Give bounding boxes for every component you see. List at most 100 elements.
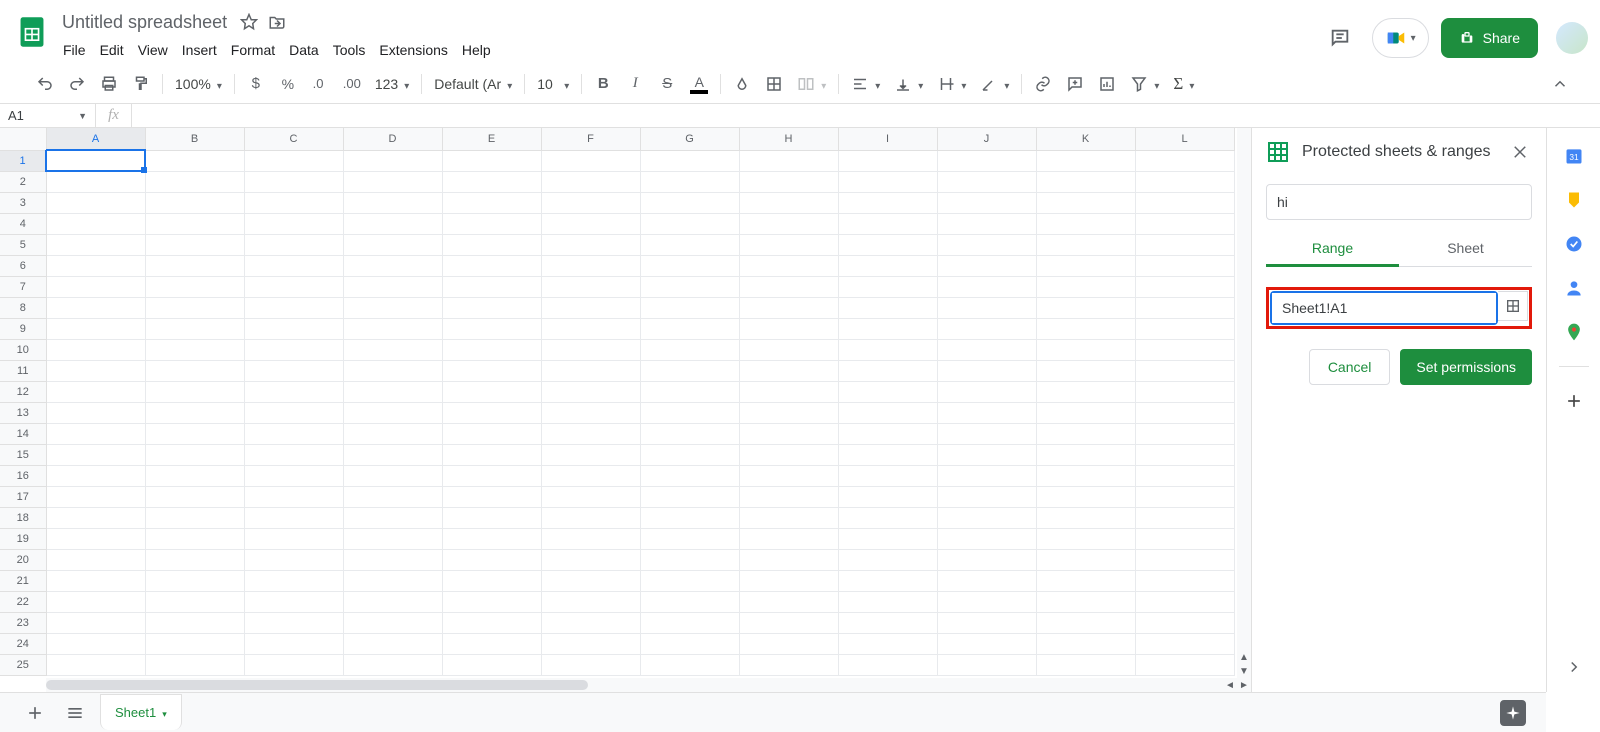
cell[interactable]	[1036, 465, 1135, 486]
menu-tools[interactable]: Tools	[326, 38, 373, 62]
contacts-icon[interactable]	[1564, 278, 1584, 298]
row-header[interactable]: 15	[0, 444, 46, 465]
cell[interactable]	[1036, 486, 1135, 507]
cell[interactable]	[541, 213, 640, 234]
cell[interactable]	[244, 402, 343, 423]
cell[interactable]	[937, 654, 1036, 675]
cell[interactable]	[1135, 339, 1234, 360]
sheets-logo[interactable]	[12, 12, 52, 52]
cell[interactable]	[640, 402, 739, 423]
cell[interactable]	[1135, 255, 1234, 276]
cell[interactable]	[1036, 192, 1135, 213]
cell[interactable]	[1036, 360, 1135, 381]
cell[interactable]	[937, 528, 1036, 549]
cell[interactable]	[343, 213, 442, 234]
cell[interactable]	[1135, 486, 1234, 507]
font-size-select[interactable]: 10	[531, 69, 575, 99]
cell[interactable]	[1135, 276, 1234, 297]
cell[interactable]	[838, 402, 937, 423]
cell[interactable]	[46, 507, 145, 528]
cell[interactable]	[838, 528, 937, 549]
cell[interactable]	[145, 654, 244, 675]
cell[interactable]	[343, 360, 442, 381]
cell[interactable]	[640, 213, 739, 234]
cancel-button[interactable]: Cancel	[1309, 349, 1391, 385]
cell[interactable]	[244, 171, 343, 192]
horizontal-scrollbar[interactable]: ◄►	[46, 678, 1251, 692]
cell[interactable]	[46, 423, 145, 444]
undo-icon[interactable]	[30, 69, 60, 99]
cell[interactable]	[46, 528, 145, 549]
cell[interactable]	[640, 255, 739, 276]
cell[interactable]	[838, 633, 937, 654]
cell[interactable]	[244, 318, 343, 339]
cell[interactable]	[343, 339, 442, 360]
redo-icon[interactable]	[62, 69, 92, 99]
cell[interactable]	[937, 444, 1036, 465]
row-header[interactable]: 3	[0, 192, 46, 213]
cell[interactable]	[343, 612, 442, 633]
cell[interactable]	[343, 171, 442, 192]
menu-file[interactable]: File	[56, 38, 93, 62]
cell[interactable]	[343, 486, 442, 507]
tasks-icon[interactable]	[1564, 234, 1584, 254]
font-select[interactable]: Default (Ari...	[428, 69, 518, 99]
cell[interactable]	[838, 444, 937, 465]
col-header[interactable]: I	[838, 128, 937, 150]
row-header[interactable]: 5	[0, 234, 46, 255]
cell[interactable]	[1135, 318, 1234, 339]
cell[interactable]	[541, 255, 640, 276]
cell[interactable]	[244, 486, 343, 507]
cell[interactable]	[1135, 297, 1234, 318]
all-sheets-icon[interactable]	[60, 698, 90, 728]
cell[interactable]	[1135, 654, 1234, 675]
cell[interactable]	[838, 549, 937, 570]
cell[interactable]	[244, 570, 343, 591]
cell[interactable]	[145, 423, 244, 444]
cell[interactable]	[541, 150, 640, 171]
comment-icon[interactable]	[1060, 69, 1090, 99]
increase-decimal-icon[interactable]: .00	[337, 69, 367, 99]
cell[interactable]	[145, 402, 244, 423]
cell[interactable]	[244, 150, 343, 171]
cell[interactable]	[145, 276, 244, 297]
cell[interactable]	[640, 318, 739, 339]
cell[interactable]	[1036, 591, 1135, 612]
cell[interactable]	[244, 381, 343, 402]
cell[interactable]	[541, 402, 640, 423]
cell[interactable]	[739, 591, 838, 612]
print-icon[interactable]	[94, 69, 124, 99]
cell[interactable]	[46, 150, 145, 171]
cell[interactable]	[46, 465, 145, 486]
cell[interactable]	[541, 570, 640, 591]
cell[interactable]	[838, 171, 937, 192]
cell[interactable]	[46, 318, 145, 339]
cell[interactable]	[145, 234, 244, 255]
cell[interactable]	[46, 402, 145, 423]
close-icon[interactable]	[1508, 140, 1532, 164]
cell[interactable]	[343, 444, 442, 465]
cell[interactable]	[244, 255, 343, 276]
cell[interactable]	[937, 297, 1036, 318]
cell[interactable]	[739, 486, 838, 507]
cell[interactable]	[1036, 402, 1135, 423]
cell[interactable]	[46, 549, 145, 570]
cell[interactable]	[1135, 423, 1234, 444]
menu-help[interactable]: Help	[455, 38, 498, 62]
row-header[interactable]: 24	[0, 633, 46, 654]
cell[interactable]	[937, 360, 1036, 381]
cell[interactable]	[838, 255, 937, 276]
cell[interactable]	[145, 192, 244, 213]
cell[interactable]	[739, 381, 838, 402]
cell[interactable]	[739, 234, 838, 255]
cell[interactable]	[343, 528, 442, 549]
vertical-scrollbar[interactable]: ▲▼	[1237, 128, 1251, 678]
cell[interactable]	[937, 612, 1036, 633]
add-sheet-icon[interactable]	[20, 698, 50, 728]
cell[interactable]	[838, 654, 937, 675]
cell[interactable]	[145, 465, 244, 486]
row-header[interactable]: 20	[0, 549, 46, 570]
cell[interactable]	[541, 276, 640, 297]
cell[interactable]	[244, 213, 343, 234]
decrease-decimal-icon[interactable]: .0	[305, 69, 335, 99]
